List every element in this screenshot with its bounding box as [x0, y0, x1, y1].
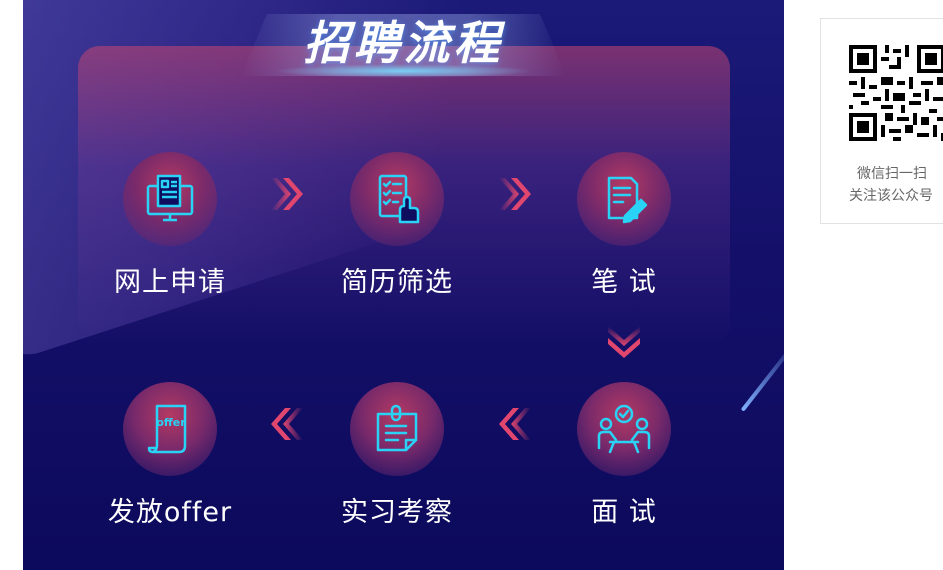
step-resume-screening: 简历筛选 [317, 152, 477, 299]
step-label: 面 试 [591, 497, 657, 528]
step-label: 发放offer [107, 497, 233, 528]
computer-form-icon [123, 152, 217, 246]
step-online-apply: 网上申请 [90, 152, 250, 299]
qr-code-icon[interactable] [849, 45, 943, 141]
light-streak [740, 338, 784, 412]
chevron-down-icon [604, 322, 644, 362]
chevron-left-icon [267, 404, 307, 444]
svg-text:offer: offer [156, 416, 186, 429]
step-label: 实习考察 [341, 497, 453, 528]
step-issue-offer: offer 发放offer [90, 382, 250, 529]
chevron-right-icon [267, 174, 307, 214]
checklist-hand-icon [350, 152, 444, 246]
recruitment-banner: 招聘流程 网上申请 简历筛选 笔 试 offer 发放offer 实习考察 面 … [23, 0, 784, 570]
qr-caption-follow: 关注该公众号 [849, 187, 933, 203]
chevron-right-icon [495, 174, 535, 214]
document-pen-icon [577, 152, 671, 246]
step-internship: 实习考察 [317, 382, 477, 529]
banner-title: 招聘流程 [303, 16, 504, 70]
chevron-left-icon [495, 404, 535, 444]
qr-card: 微信扫一扫 关注该公众号 [820, 18, 943, 224]
step-label: 简历筛选 [341, 267, 453, 298]
step-label: 笔 试 [591, 267, 657, 298]
step-written-test: 笔 试 [544, 152, 704, 299]
step-label: 网上申请 [114, 267, 226, 298]
clipboard-note-icon [350, 382, 444, 476]
offer-scroll-icon: offer [123, 382, 217, 476]
qr-caption-scan: 微信扫一扫 [857, 165, 927, 181]
step-interview: 面 试 [544, 382, 704, 529]
interview-people-icon [577, 382, 671, 476]
